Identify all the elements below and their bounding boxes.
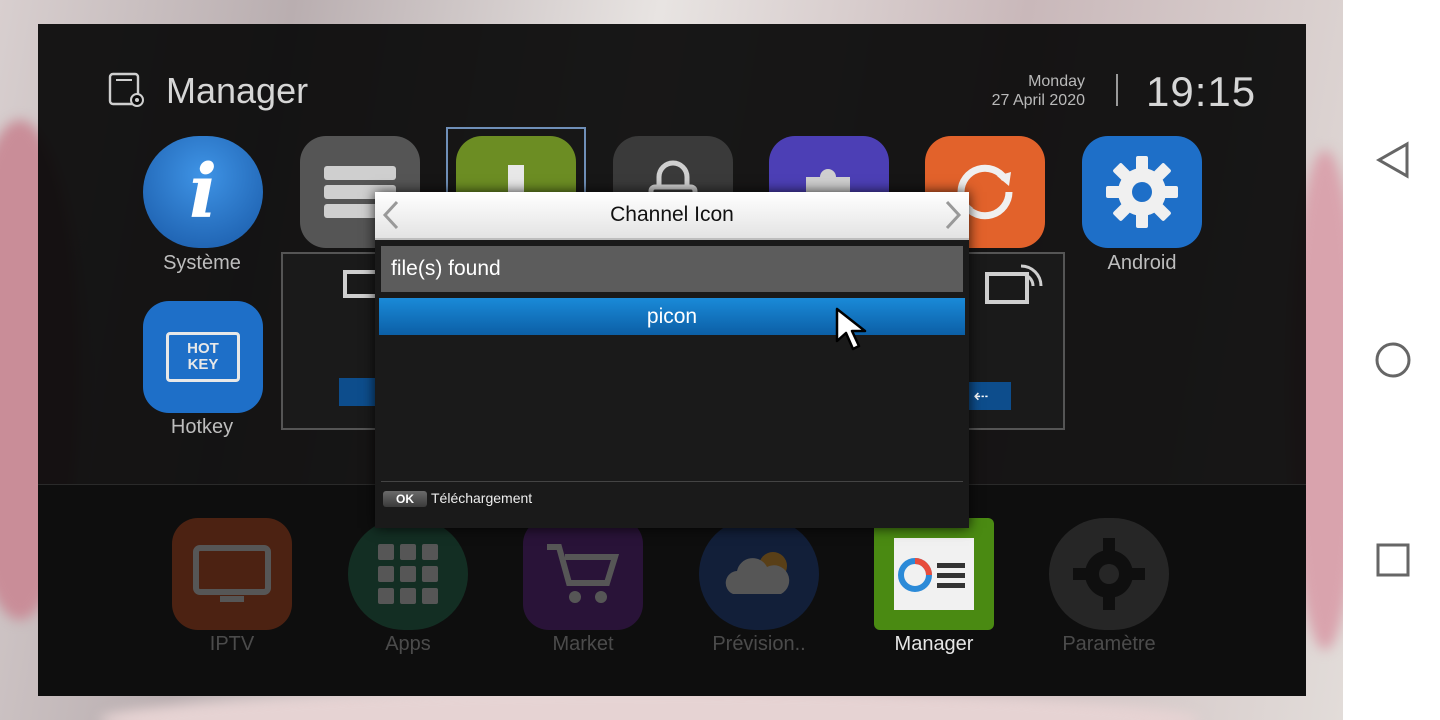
dock-apps[interactable] bbox=[348, 518, 468, 630]
cast-icon bbox=[985, 264, 1043, 304]
dock-label: Paramètre bbox=[1062, 633, 1156, 655]
header-divider bbox=[1116, 74, 1118, 106]
dock-manager[interactable] bbox=[874, 518, 994, 630]
dock-label: Apps bbox=[385, 633, 431, 655]
android-nav-bar bbox=[1343, 0, 1440, 720]
recents-icon[interactable] bbox=[1373, 540, 1413, 580]
status-bar: file(s) found bbox=[381, 246, 963, 292]
home-icon[interactable] bbox=[1373, 340, 1413, 380]
app-label: Hotkey bbox=[170, 416, 234, 438]
dialog-header: Channel Icon bbox=[375, 192, 969, 240]
ok-key-badge: OK bbox=[383, 491, 427, 507]
dock-label: IPTV bbox=[209, 633, 255, 655]
mouse-cursor-icon bbox=[835, 307, 867, 351]
grid-icon bbox=[378, 544, 438, 604]
dock-weather[interactable] bbox=[699, 518, 819, 630]
cart-icon bbox=[547, 544, 620, 603]
app-label: Système bbox=[163, 252, 241, 274]
dialog-title: Channel Icon bbox=[610, 203, 734, 226]
tv-icon bbox=[193, 545, 271, 602]
dock-label: Prévision.. bbox=[712, 633, 806, 655]
footer-action-label: Téléchargement bbox=[431, 490, 533, 506]
hotkey-icon: HOT KEY bbox=[166, 332, 240, 382]
dock-label: Market bbox=[552, 633, 614, 655]
dock-label-active: Manager bbox=[894, 633, 974, 655]
manager-icon bbox=[894, 538, 974, 610]
chevron-left-icon[interactable] bbox=[381, 200, 401, 230]
app-hotkey[interactable]: HOT KEY bbox=[143, 301, 263, 413]
gear-icon bbox=[1106, 156, 1178, 228]
app-label: Android bbox=[1107, 252, 1177, 274]
day-label: Monday bbox=[1028, 73, 1085, 90]
date-display: Monday 27 April 2020 bbox=[992, 72, 1085, 110]
channel-icon-dialog: Channel Icon file(s) found picon OK Télé… bbox=[375, 192, 969, 528]
dock-market[interactable] bbox=[523, 518, 643, 630]
app-systeme[interactable]: i bbox=[143, 136, 263, 248]
back-icon[interactable] bbox=[1373, 140, 1413, 180]
dialog-footer: OK Téléchargement bbox=[381, 481, 963, 528]
info-icon: i bbox=[188, 149, 218, 235]
dock-iptv[interactable] bbox=[172, 518, 292, 630]
page-title: Manager bbox=[166, 70, 309, 111]
date-label: 27 April 2020 bbox=[991, 92, 1085, 109]
chevron-right-icon[interactable] bbox=[943, 200, 963, 230]
clock: 19:15 bbox=[1146, 68, 1257, 115]
app-android[interactable] bbox=[1082, 136, 1202, 248]
manager-folder-icon bbox=[108, 72, 144, 107]
dock-settings[interactable] bbox=[1049, 518, 1169, 630]
settings-icon bbox=[1073, 538, 1145, 610]
weather-icon bbox=[725, 552, 790, 594]
